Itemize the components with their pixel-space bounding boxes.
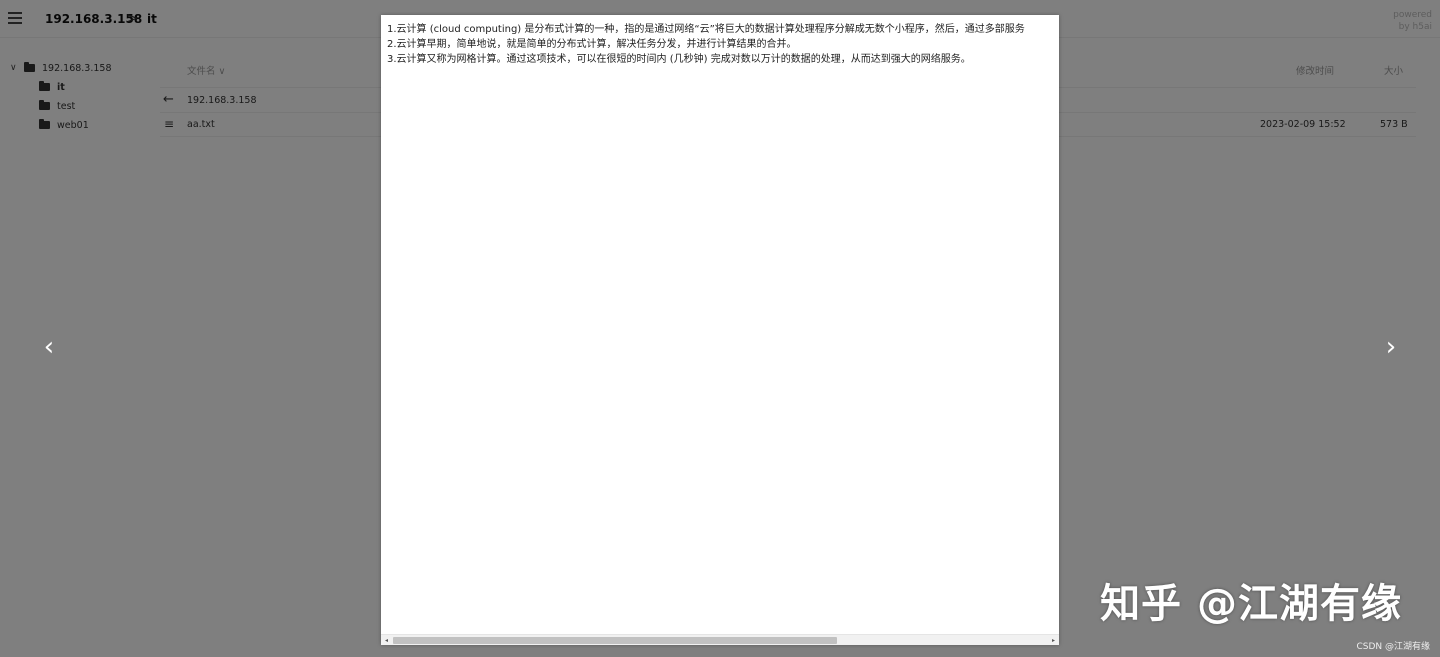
scroll-thumb[interactable]: [393, 637, 837, 644]
horizontal-scrollbar[interactable]: ◂ ▸: [381, 634, 1059, 645]
content-line: 1.云计算 (cloud computing) 是分布式计算的一种，指的是通过网…: [387, 24, 1025, 35]
content-line: 3.云计算又称为网格计算。通过这项技术，可以在很短的时间内 (几秒钟) 完成对数…: [387, 54, 971, 65]
csdn-credit: CSDN @江湖有缘: [1356, 642, 1430, 652]
file-content: 1.云计算 (cloud computing) 是分布式计算的一种，指的是通过网…: [387, 22, 1059, 67]
zhihu-watermark: 知乎 @江湖有缘: [1100, 581, 1402, 627]
content-line: 2.云计算早期，简单地说，就是简单的分布式计算，解决任务分发，并进行计算结果的合…: [387, 39, 797, 50]
next-arrow-icon[interactable]: ›: [1379, 334, 1403, 362]
text-preview-modal: 1.云计算 (cloud computing) 是分布式计算的一种，指的是通过网…: [381, 15, 1059, 645]
prev-arrow-icon[interactable]: ‹: [37, 334, 61, 362]
scroll-left-icon[interactable]: ◂: [381, 635, 392, 645]
scroll-right-icon[interactable]: ▸: [1048, 635, 1059, 645]
